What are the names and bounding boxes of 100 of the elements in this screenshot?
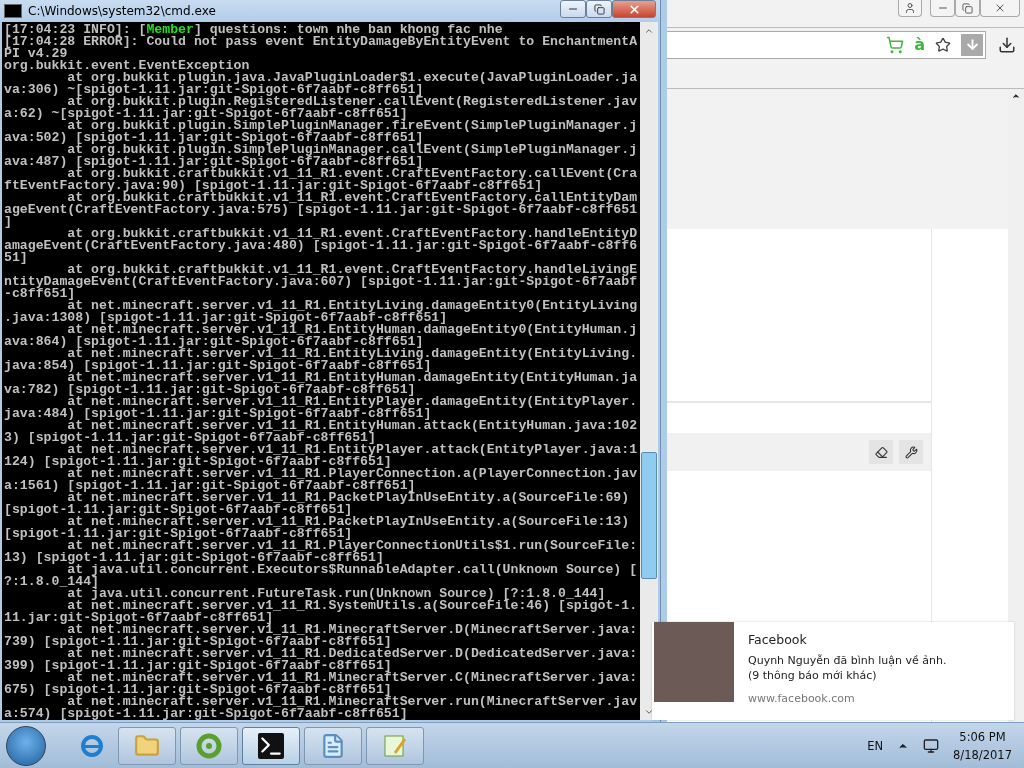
console-line: at net.minecraft.server.v1_11_R1.EntityPlayer.attack(EntityPlayer.java:1 xyxy=(67,444,639,456)
ring-icon xyxy=(196,732,222,759)
console-line: 3) [spigot-1.11.jar:git-Spigot-6f7aabf-c8ff651] xyxy=(4,432,376,444)
star-icon[interactable] xyxy=(935,36,951,53)
console-line: PI v4.29 xyxy=(4,48,68,60)
close-button[interactable] xyxy=(980,0,1020,17)
console-line: at org.bukkit.plugin.RegisteredListener.callEvent(RegisteredListener.jav xyxy=(67,96,639,108)
console-line: at net.minecraft.server.v1_11_R1.EntityLiving.damageEntity0(EntityLiving xyxy=(67,300,639,312)
console-line: at net.minecraft.server.v1_11_R1.EntityLiving.damageEntity(EntityLiving. xyxy=(67,348,639,360)
close-button[interactable] xyxy=(612,0,656,18)
console-line: 51] xyxy=(4,252,28,264)
notification-popup[interactable]: Facebook Quynh Nguyễn đã bình luận về ảnh. (9 thông báo mới khác) www.facebook.com xyxy=(652,622,1014,720)
restore-icon xyxy=(593,3,605,15)
wrench-icon xyxy=(904,445,918,459)
minimize-button[interactable] xyxy=(930,0,955,17)
console-line: at net.minecraft.server.v1_11_R1.EntityHuman.damageEntity0(EntityHuman.j xyxy=(67,324,639,336)
console-line: 399) [spigot-1.11.jar:git-Spigot-6f7aabf-c8ff651] xyxy=(4,660,392,672)
console-line: at net.minecraft.server.v1_11_R1.MinecraftServer.D(MinecraftServer.java: xyxy=(67,624,639,636)
console-line: ] xyxy=(4,216,12,228)
console-icon xyxy=(4,4,22,18)
eraser-button[interactable] xyxy=(869,440,893,464)
console-line: org.bukkit.event.EventException xyxy=(4,60,250,72)
start-button[interactable] xyxy=(6,725,46,766)
console-line: at net.minecraft.server.v1_11_R1.PlayerConnection.a(PlayerConnection.jav xyxy=(67,468,639,480)
network-icon[interactable] xyxy=(923,737,940,754)
minimize-button[interactable] xyxy=(560,0,586,18)
console-line: va:782) [spigot-1.11.jar:git-Spigot-6f7aabf-c8ff651] xyxy=(4,384,416,396)
notification-message: Quynh Nguyễn đã bình luận về ảnh. xyxy=(748,653,947,668)
cart-icon[interactable] xyxy=(886,35,905,54)
console-line: 11.jar:git-Spigot-6f7aabf-c8ff651] xyxy=(4,612,274,624)
console-line: ageEvent(CraftEventFactory.java:575) [spigot-1.11.jar:git-Spigot-6f7aabf-c8ff651 xyxy=(4,204,639,216)
console-line: java:484) [spigot-1.11.jar:git-Spigot-6f7aabf-c8ff651] xyxy=(4,408,432,420)
console-line: [spigot-1.11.jar:git-Spigot-6f7aabf-c8ff651] xyxy=(4,528,353,540)
notification-source: www.facebook.com xyxy=(748,692,856,705)
pencil-document-icon xyxy=(382,732,408,759)
close-icon xyxy=(994,2,1006,14)
console-line: 739) [spigot-1.11.jar:git-Spigot-6f7aabf-c8ff651] xyxy=(4,636,392,648)
console-line: ?:1.8.0_144] xyxy=(4,576,99,588)
scroll-thumb[interactable] xyxy=(641,452,657,579)
download-icon[interactable] xyxy=(998,35,1016,54)
console-line: ava:502) [spigot-1.11.jar:git-Spigot-6f7aabf-c8ff651] xyxy=(4,132,424,144)
console-line: at org.bukkit.craftbukkit.v1_11_R1.event.CraftEventFactory.handleEntityD xyxy=(67,228,639,240)
console-line: at net.minecraft.server.v1_11_R1.PlayerConnectionUtils$1.run(SourceFile: xyxy=(67,540,639,552)
console-line: a:1561) [spigot-1.11.jar:git-Spigot-6f7aabf-c8ff651] xyxy=(4,480,416,492)
console-line: ava:864) [spigot-1.11.jar:git-Spigot-6f7aabf-c8ff651] xyxy=(4,336,424,348)
console-line: a:574) [spigot-1.11.jar:git-Spigot-6f7aabf-c8ff651] xyxy=(4,708,408,720)
scrollbar[interactable] xyxy=(640,22,658,720)
window-title: C:\Windows\system32\cmd.exe xyxy=(28,4,217,18)
console-line: ava:487) [spigot-1.11.jar:git-Spigot-6f7aabf-c8ff651] xyxy=(4,156,424,168)
close-icon xyxy=(627,2,641,16)
console-line: at java.util.concurrent.FutureTask.run(Unknown Source) [?:1.8.0_144] xyxy=(67,588,606,600)
maximize-button[interactable] xyxy=(586,0,612,18)
clock[interactable]: 5:06 PM 8/18/2017 xyxy=(953,729,1012,762)
console-line: at net.minecraft.server.v1_11_R1.PacketPlayInUseEntity.a(SourceFile:69) xyxy=(67,492,631,504)
console-line: at net.minecraft.server.v1_11_R1.EntityPlayer.damageEntity(EntityPlayer. xyxy=(67,396,639,408)
console-line: a:62) ~[spigot-1.11.jar:git-Spigot-6f7aabf-c8ff651] xyxy=(4,108,408,120)
console-line: va:306) ~[spigot-1.11.jar:git-Spigot-6f7aabf-c8ff651] xyxy=(4,84,424,96)
console-line: amageEvent(CraftEventFactory.java:480) [spigot-1.11.jar:git-Spigot-6f7aabf-c8ff6 xyxy=(4,240,639,252)
console-line: [17:04:28 ERROR]: Could not pass event EntityDamageByEntityEvent to EnchantmentA xyxy=(4,36,639,48)
download-arrow-button[interactable] xyxy=(961,33,983,56)
wrench-button[interactable] xyxy=(899,440,923,464)
profile-button[interactable] xyxy=(898,0,922,17)
console-line: 124) [spigot-1.11.jar:git-Spigot-6f7aabf-c8ff651] xyxy=(4,456,392,468)
console-line: at net.minecraft.server.v1_11_R1.MinecraftServer.run(MinecraftServer.jav xyxy=(67,696,639,708)
console-line: at net.minecraft.server.v1_11_R1.DedicatedServer.D(DedicatedServer.java: xyxy=(67,648,639,660)
console-line: at org.bukkit.plugin.SimplePluginManager.callEvent(SimplePluginManager.j xyxy=(66,144,639,156)
console-line: at org.bukkit.craftbukkit.v1_11_R1.event.CraftEventFactory.handleLivingE xyxy=(67,264,639,276)
arrow-down-icon xyxy=(964,37,980,52)
console-line: [spigot-1.11.jar:git-Spigot-6f7aabf-c8ff651] xyxy=(4,504,353,516)
console-line: at net.minecraft.server.v1_11_R1.EntityHuman.damageEntity(EntityHuman.ja xyxy=(67,372,639,384)
language-indicator[interactable]: EN xyxy=(867,738,884,753)
console-line: at org.bukkit.craftbukkit.v1_11_R1.event.CraftEventFactory.callEvent(Cra xyxy=(67,168,639,180)
eraser-icon xyxy=(874,445,888,459)
console-line: .java:1308) [spigot-1.11.jar:git-Spigot-6f7aabf-c8ff651] xyxy=(4,312,448,324)
console-line: ftEventFactory.java:90) [spigot-1.11.jar:git-Spigot-6f7aabf-c8ff651] xyxy=(4,180,543,192)
console-line: at org.bukkit.plugin.SimplePluginManager.fireEvent(SimplePluginManager.j xyxy=(67,120,639,132)
console-line: [17:04:23 INFO]: [Member] questions: town nhe ban khong fac nhe xyxy=(4,24,503,36)
console-line: at net.minecraft.server.v1_11_R1.PacketPlayInUseEntity.a(SourceFile:13) xyxy=(67,516,631,528)
folder-icon xyxy=(134,732,160,759)
notification-app: Facebook xyxy=(748,632,808,647)
letter-e-icon xyxy=(79,732,105,759)
console-line: ntityDamageEvent(CraftEventFactory.java:607) [spigot-1.11.jar:git-Spigot-6f7aabf xyxy=(4,276,639,288)
console-line: at net.minecraft.server.v1_11_R1.EntityHuman.attack(EntityHuman.java:102 xyxy=(67,420,639,432)
taskbar-button[interactable] xyxy=(242,726,300,765)
console-line: at net.minecraft.server.v1_11_R1.MinecraftServer.C(MinecraftServer.java: xyxy=(67,672,639,684)
console-line: at net.minecraft.server.v1_11_R1.SystemUtils.a(SourceFile:46) [spigot-1. xyxy=(67,600,639,612)
console-line: at org.bukkit.craftbukkit.v1_11_R1.event.CraftEventFactory.callEntityDam xyxy=(67,192,639,204)
console-line: at java.util.concurrent.Executors$RunnableAdapter.call(Unknown Source) [ xyxy=(67,564,639,576)
scroll-up-icon[interactable] xyxy=(1011,91,1021,101)
console-line: at org.bukkit.plugin.java.JavaPluginLoader$1.execute(JavaPluginLoader.ja xyxy=(67,72,639,84)
person-icon xyxy=(904,2,916,14)
console-line: 13) [spigot-1.11.jar:git-Spigot-6f7aabf-c8ff651] xyxy=(4,552,384,564)
restore-button[interactable] xyxy=(955,0,980,17)
console-line: 675) [spigot-1.11.jar:git-Spigot-6f7aabf-c8ff651] xyxy=(4,684,392,696)
terminal-icon xyxy=(258,732,284,759)
notepad-icon xyxy=(320,732,346,759)
console-line: java:854) [spigot-1.11.jar:git-Spigot-6f7aabf-c8ff651] xyxy=(4,360,432,372)
restore-icon xyxy=(962,2,973,14)
console-line: -c8ff651] xyxy=(4,288,76,300)
notification-count: (9 thông báo mới khác) xyxy=(748,668,878,683)
